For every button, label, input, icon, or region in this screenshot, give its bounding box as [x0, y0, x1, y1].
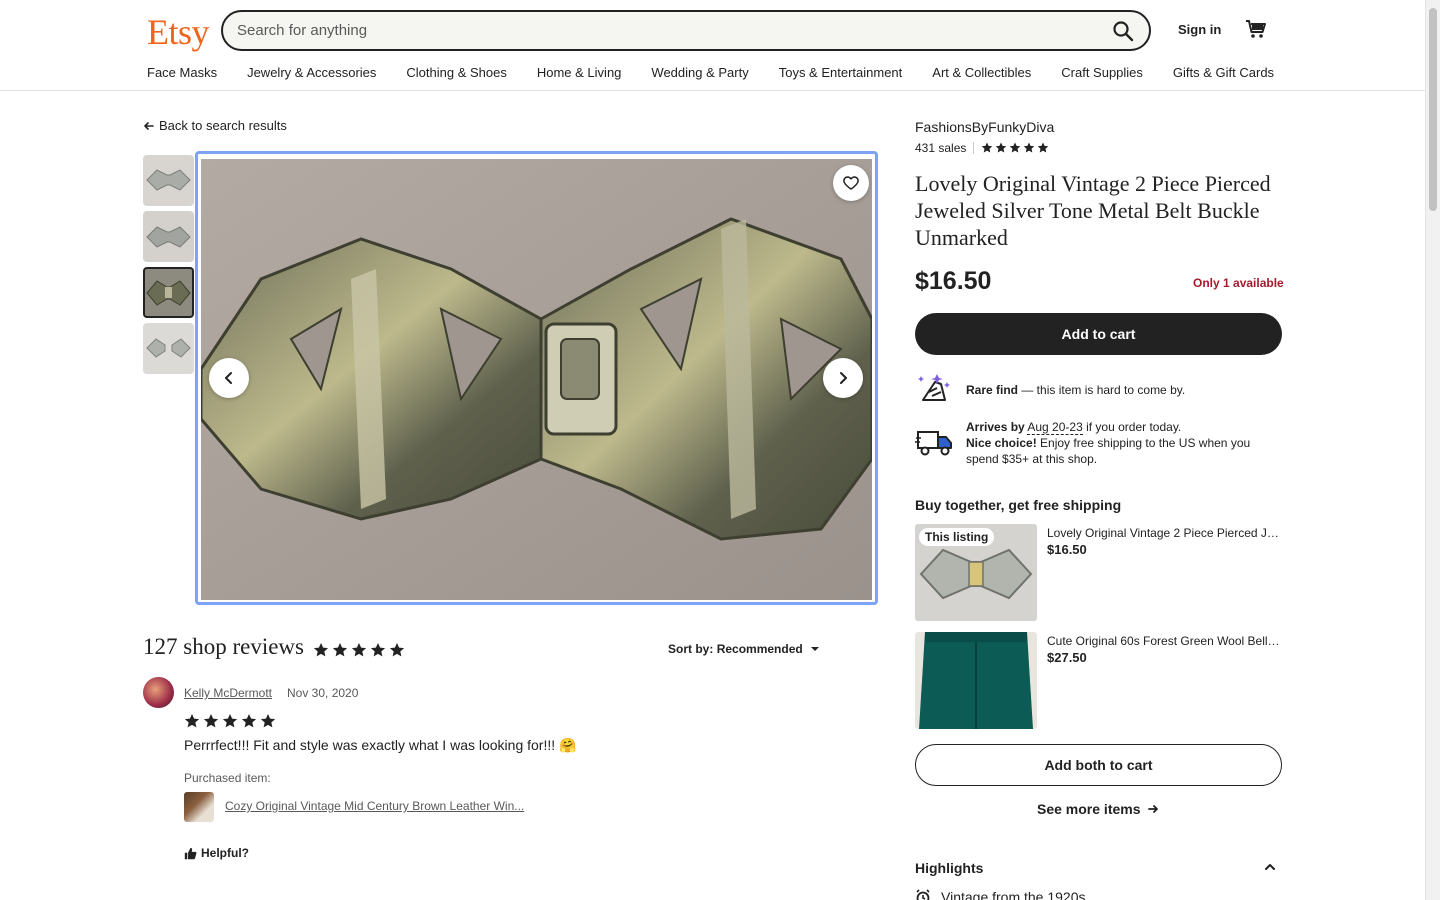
add-to-cart-button[interactable]: Add to cart: [915, 313, 1282, 355]
previous-image-button[interactable]: [209, 358, 249, 398]
thumbnail-strip: [143, 155, 194, 379]
bundle-item-price: $16.50: [1047, 542, 1087, 557]
highlight-text: Vintage from the 1920s: [941, 889, 1086, 900]
next-image-button[interactable]: [823, 358, 863, 398]
favorite-button[interactable]: [833, 165, 869, 201]
category-link[interactable]: Face Masks: [147, 65, 217, 80]
heart-icon: [843, 176, 859, 190]
scrollbar-thumb[interactable]: [1429, 8, 1437, 211]
add-both-to-cart-button[interactable]: Add both to cart: [915, 744, 1282, 786]
arrives-rest: if you order today.: [1082, 420, 1182, 434]
sort-label: Sort by:: [668, 642, 714, 656]
sign-in-link[interactable]: Sign in: [1178, 22, 1221, 37]
chevron-right-icon: [840, 372, 847, 384]
etsy-logo[interactable]: Etsy: [147, 11, 210, 53]
bundle-item-name[interactable]: Lovely Original Vintage 2 Piece Pierced …: [1047, 526, 1282, 540]
thumbs-up-icon: [184, 847, 197, 859]
purchased-item-link[interactable]: Cozy Original Vintage Mid Century Brown …: [225, 799, 524, 813]
highlights-heading[interactable]: Highlights: [915, 860, 983, 876]
arrow-right-icon: [1147, 805, 1158, 813]
search-input[interactable]: [237, 20, 1097, 41]
highlight-item: Vintage from the 1920s: [915, 889, 1086, 900]
site-header: Etsy Sign in Face Masks Jewelry & Access…: [0, 0, 1425, 91]
shop-sales-rating: 431 sales: [915, 141, 1049, 155]
helpful-button[interactable]: Helpful?: [184, 846, 249, 860]
search-bar: [221, 10, 1151, 51]
gallery-thumbnail[interactable]: [143, 155, 194, 206]
shop-name-link[interactable]: FashionsByFunkyDiva: [915, 119, 1054, 135]
review-date: Nov 30, 2020: [287, 686, 359, 700]
category-link[interactable]: Toys & Entertainment: [779, 65, 903, 80]
back-link-label: Back to search results: [159, 118, 287, 133]
rare-find-icon: [918, 374, 950, 401]
gallery-thumbnail[interactable]: [143, 211, 194, 262]
category-link[interactable]: Wedding & Party: [651, 65, 748, 80]
shop-rating-stars[interactable]: [981, 142, 1049, 154]
divider: [973, 142, 975, 154]
purchased-item-label: Purchased item:: [184, 771, 271, 785]
shipping-info: Arrives by Aug 20-23 if you order today.…: [966, 419, 1281, 467]
bundle-item-price: $27.50: [1047, 650, 1087, 665]
arrives-label: Arrives by: [966, 420, 1025, 434]
gallery-thumbnail-active[interactable]: [143, 267, 194, 318]
reviews-rating-stars: [313, 642, 407, 663]
review-stars: [184, 713, 278, 734]
alarm-clock-icon: [916, 889, 930, 900]
arrow-left-icon: [144, 121, 154, 130]
category-link[interactable]: Gifts & Gift Cards: [1173, 65, 1274, 80]
reviews-heading: 127 shop reviews: [143, 634, 304, 659]
category-link[interactable]: Art & Collectibles: [932, 65, 1031, 80]
buy-together-heading: Buy together, get free shipping: [915, 497, 1122, 513]
this-listing-tag: This listing: [919, 528, 995, 546]
sales-count: 431 sales: [915, 141, 967, 155]
listing-price: $16.50: [915, 267, 992, 295]
caret-down-icon: [811, 647, 820, 651]
bundle-item-name[interactable]: Cute Original 60s Forest Green Wool Bell…: [1047, 634, 1282, 648]
search-icon[interactable]: [1111, 19, 1135, 43]
cart-icon[interactable]: [1244, 17, 1268, 41]
rare-find-text: Rare find — this item is hard to come by…: [966, 383, 1185, 397]
bundle-item-image[interactable]: [915, 632, 1037, 729]
reviewer-avatar: [143, 677, 174, 708]
listing-title: Lovely Original Vintage 2 Piece Pierced …: [915, 171, 1271, 250]
category-link[interactable]: Clothing & Shoes: [406, 65, 506, 80]
category-nav: Face Masks Jewelry & Accessories Clothin…: [147, 65, 1304, 80]
availability-notice: Only 1 available: [1193, 276, 1284, 290]
main-product-image[interactable]: [195, 151, 878, 605]
product-photo: [199, 159, 874, 600]
chevron-left-icon: [225, 372, 232, 384]
delivery-truck-icon: [915, 431, 952, 456]
back-to-results-link[interactable]: Back to search results: [143, 118, 287, 133]
category-link[interactable]: Home & Living: [537, 65, 622, 80]
chevron-up-icon[interactable]: [1263, 860, 1277, 874]
reviewer-name-link[interactable]: Kelly McDermott: [184, 686, 272, 700]
bundle-item-image[interactable]: This listing: [915, 524, 1037, 621]
arrival-date[interactable]: Aug 20-23: [1027, 420, 1083, 435]
category-link[interactable]: Craft Supplies: [1061, 65, 1143, 80]
rare-find-bold: Rare find: [966, 383, 1019, 397]
purchased-item-thumbnail[interactable]: [184, 792, 214, 822]
rare-find-rest: — this item is hard to come by.: [1018, 383, 1186, 397]
sort-value: Recommended: [716, 642, 803, 656]
page-scrollbar[interactable]: [1425, 0, 1440, 900]
review-text: Perrrfect!!! Fit and style was exactly w…: [184, 737, 577, 753]
nice-choice-label: Nice choice!: [966, 436, 1037, 450]
see-more-label: See more items: [1037, 801, 1141, 817]
gallery-thumbnail[interactable]: [143, 323, 194, 374]
see-more-items-link[interactable]: See more items: [1037, 801, 1159, 817]
helpful-label: Helpful?: [201, 846, 249, 860]
reviews-sort-dropdown[interactable]: Sort by: Recommended: [668, 642, 820, 656]
category-link[interactable]: Jewelry & Accessories: [247, 65, 376, 80]
